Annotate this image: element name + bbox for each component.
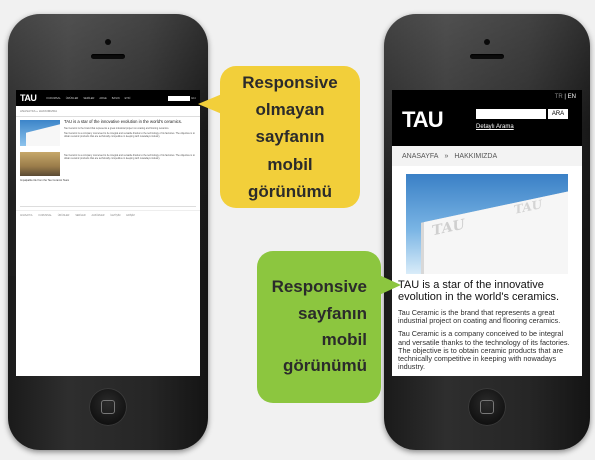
lang-en[interactable]: EN xyxy=(568,94,576,100)
nav-item[interactable]: SERİLER xyxy=(83,97,94,100)
footer-link[interactable]: ERİŞİM xyxy=(126,214,134,217)
camera-dot xyxy=(105,39,111,45)
breadcrumb: ANASAYFA » HAKKIMIZDA xyxy=(16,106,200,117)
content-row: TAU is a star of the innovative evolutio… xyxy=(16,117,200,149)
callout-line: görünümü xyxy=(282,356,367,376)
footer-link[interactable]: ÜRÜNLER xyxy=(58,214,70,217)
callout-line: sayfanın xyxy=(298,303,367,323)
nav-item[interactable]: ARGE xyxy=(99,97,106,100)
callout-responsive: Responsive sayfanın mobil görünümü xyxy=(257,251,401,403)
image-caption: Impalpable tile from the Tau Ceramic Tea… xyxy=(20,179,70,182)
footer-link[interactable]: KURUMSAL xyxy=(38,214,51,217)
callout-line: olmayan xyxy=(255,100,325,120)
footer-link[interactable]: ALBÜMLER xyxy=(92,214,105,217)
nav-item[interactable]: ETKİ xyxy=(125,97,131,100)
callout-non-responsive: Responsive olmayan sayfanın mobil görünü… xyxy=(198,66,360,208)
paragraph: Tau Ceramic is a company conceived to be… xyxy=(64,154,195,161)
footer-nav: ANASAYFA KURUMSAL ÜRÜNLER SERİLER ALBÜML… xyxy=(16,210,200,220)
breadcrumb-home[interactable]: ANASAYFA xyxy=(402,153,438,160)
screen-responsive-site: TR | EN TAU ARA Detaylı Arama ANASAYFA »… xyxy=(392,90,582,376)
camera-dot xyxy=(484,39,490,45)
page-title: TAU is a star of the innovative evolutio… xyxy=(64,119,183,124)
nav-item[interactable]: KURUMSAL xyxy=(46,97,60,100)
building-image xyxy=(20,120,60,146)
paragraph: Tau Ceramic is the brand that represents… xyxy=(64,126,170,130)
content-text: TAU is a star of the innovative evolutio… xyxy=(64,119,196,146)
paragraph: Tau Ceramic is the brand that represents… xyxy=(398,308,561,326)
breadcrumb: ANASAYFA » HAKKIMIZDA xyxy=(392,146,582,166)
search-input[interactable] xyxy=(476,109,546,119)
speaker-grill xyxy=(470,54,504,59)
home-button[interactable] xyxy=(89,388,127,426)
site-logo[interactable]: TAU xyxy=(402,107,444,133)
breadcrumb-current: HAKKIMIZDA xyxy=(454,152,498,160)
callout-line: mobil xyxy=(267,154,313,174)
callout-line: mobil xyxy=(321,330,367,349)
phone-left: TAU KURUMSAL ÜRÜNLER SERİLER ARGE BASIN … xyxy=(8,14,208,450)
callout-line: sayfanın xyxy=(255,127,325,147)
language-switcher: TR | EN xyxy=(555,94,576,100)
detailed-search-link[interactable]: Detaylı Arama xyxy=(476,124,514,130)
nav-item[interactable]: ÜRÜNLER xyxy=(66,97,79,100)
screen-desktop-site: TAU KURUMSAL ÜRÜNLER SERİLER ARGE BASIN … xyxy=(16,90,200,376)
search-button[interactable]: ARA xyxy=(191,97,196,100)
callout-line: Responsive xyxy=(242,73,338,93)
breadcrumb-separator: » xyxy=(444,152,449,160)
page-title: TAU is a star of the innovative evolutio… xyxy=(398,279,560,303)
callout-line: görünümü xyxy=(247,181,333,201)
search-button[interactable]: ARA xyxy=(548,109,568,119)
paragraph: Tau Ceramic is a company conceived to be… xyxy=(398,329,570,372)
footer-link[interactable]: İLETİŞİM xyxy=(110,214,120,217)
paragraph: Tau Ceramic is a company conceived to be… xyxy=(64,131,195,138)
content-text: Tau Ceramic is a company conceived to be… xyxy=(64,152,196,176)
phone-right: TR | EN TAU ARA Detaylı Arama ANASAYFA »… xyxy=(384,14,590,450)
home-button[interactable] xyxy=(468,388,506,426)
footer-link[interactable]: SERİLER xyxy=(75,214,85,217)
team-image xyxy=(20,152,60,176)
callout-line: Responsive xyxy=(271,277,367,297)
site-nav: KURUMSAL ÜRÜNLER SERİLER ARGE BASIN ETKİ xyxy=(46,97,130,100)
speaker-grill xyxy=(91,54,125,59)
search-input[interactable] xyxy=(167,95,190,101)
building-image: TAU TAU xyxy=(406,174,568,274)
nav-item[interactable]: BASIN xyxy=(112,97,120,100)
site-header: TR | EN TAU ARA Detaylı Arama xyxy=(392,90,582,146)
footer-link[interactable]: ANASAYFA xyxy=(20,214,32,217)
site-header: TAU KURUMSAL ÜRÜNLER SERİLER ARGE BASIN … xyxy=(16,90,200,106)
site-logo[interactable]: TAU xyxy=(20,93,37,103)
content-row: Tau Ceramic is a company conceived to be… xyxy=(16,149,200,179)
lang-tr[interactable]: TR xyxy=(555,94,563,100)
